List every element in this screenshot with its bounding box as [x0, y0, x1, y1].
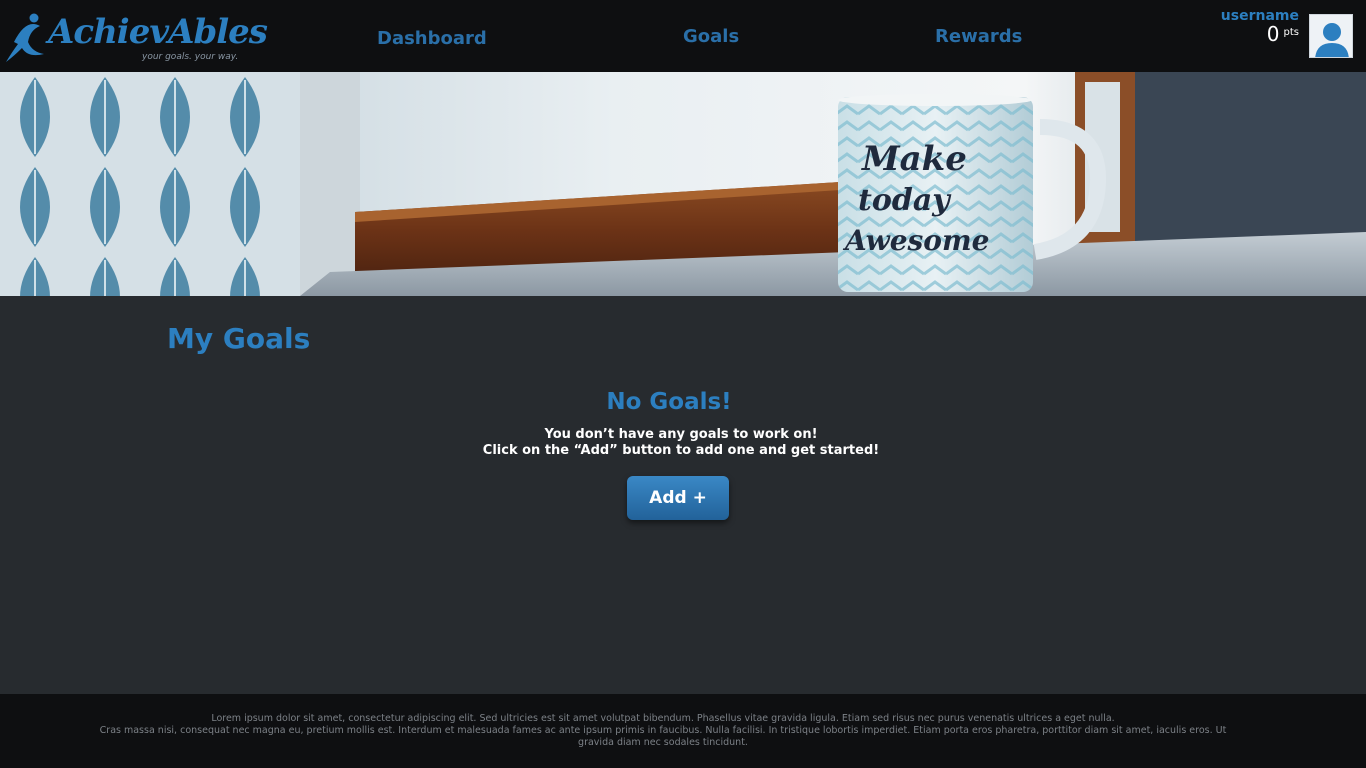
page-title: My Goals: [167, 322, 311, 355]
user-avatar[interactable]: [1309, 14, 1353, 58]
banner-photo: Make today Awesome: [0, 72, 1366, 296]
brand-name: AchievAbles: [48, 12, 268, 52]
brand-tagline: your goals. your way.: [142, 52, 239, 62]
footer-line1: Lorem ipsum dolor sit amet, consectetur …: [211, 713, 1115, 724]
top-navbar: AchievAbles your goals. your way. Dashbo…: [0, 0, 1366, 72]
empty-state-line1: You don’t have any goals to work on!: [544, 427, 818, 442]
empty-state-line2: Click on the “Add” button to add one and…: [482, 443, 880, 458]
points-unit: pts: [1283, 26, 1299, 38]
add-goal-button[interactable]: Add +: [627, 476, 729, 520]
empty-state-message: You don’t have any goals to work on! Cli…: [0, 427, 1362, 459]
footer: Lorem ipsum dolor sit amet, consectetur …: [0, 694, 1366, 768]
mug-text-line2: today: [858, 183, 952, 218]
brand-logo[interactable]: AchievAbles your goals. your way.: [4, 10, 268, 66]
user-avatar-icon: [1315, 23, 1349, 57]
footer-line2: Cras massa nisi, consequat nec magna eu,…: [99, 725, 1227, 748]
nav-dashboard[interactable]: Dashboard: [377, 28, 487, 49]
running-figure-icon: [6, 13, 44, 62]
empty-state-title: No Goals!: [606, 389, 732, 415]
user-points: 0 pts: [1267, 22, 1299, 46]
footer-text: Lorem ipsum dolor sit amet, consectetur …: [95, 713, 1231, 749]
nav-goals[interactable]: Goals: [683, 26, 739, 47]
nav-rewards[interactable]: Rewards: [935, 26, 1022, 47]
mug-text-line1: Make: [861, 139, 967, 179]
mug-text-line3: Awesome: [842, 224, 989, 257]
points-value: 0: [1266, 22, 1280, 46]
hero-banner: Make today Awesome: [0, 72, 1366, 296]
